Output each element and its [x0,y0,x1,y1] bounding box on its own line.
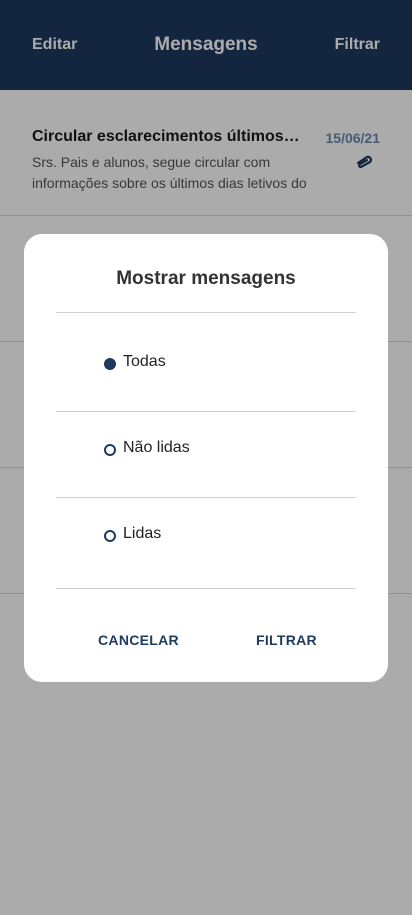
option-todas[interactable]: Todas [56,325,356,411]
option-label: Lidas [123,525,162,542]
filter-dialog: Mostrar mensagens Todas Não lidas Lidas … [24,234,388,682]
option-lidas[interactable]: Lidas [56,497,356,583]
radio-unselected-icon[interactable] [104,444,116,456]
cancel-button[interactable]: CANCELAR [98,632,179,648]
option-label: Não lidas [123,439,190,456]
radio-unselected-icon[interactable] [104,530,116,542]
divider [56,588,356,589]
radio-selected-icon[interactable] [104,358,116,370]
option-nao-lidas[interactable]: Não lidas [56,411,356,497]
confirm-filter-button[interactable]: FILTRAR [256,632,317,648]
dialog-title: Mostrar mensagens [116,268,296,289]
option-label: Todas [123,353,166,370]
divider [56,312,356,313]
